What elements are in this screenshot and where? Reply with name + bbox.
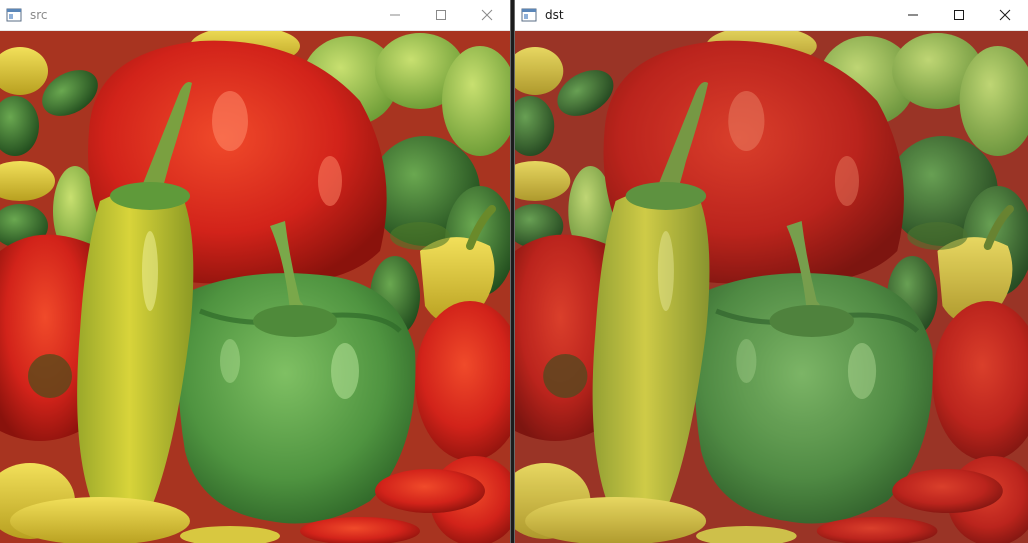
minimize-icon: [908, 10, 918, 20]
maximize-icon: [954, 10, 964, 20]
maximize-button[interactable]: [418, 0, 464, 31]
close-button[interactable]: [464, 0, 510, 31]
window-controls: [372, 0, 510, 31]
window-controls: [890, 0, 1028, 31]
titlebar-src[interactable]: src: [0, 0, 510, 31]
window-dst[interactable]: dst: [514, 0, 1028, 543]
window-title: src: [30, 8, 48, 22]
minimize-button[interactable]: [890, 0, 936, 31]
close-button[interactable]: [982, 0, 1028, 31]
minimize-button[interactable]: [372, 0, 418, 31]
desktop: src dst: [0, 0, 1028, 543]
window-title: dst: [545, 8, 564, 22]
maximize-button[interactable]: [936, 0, 982, 31]
image-canvas-src[interactable]: [0, 31, 510, 543]
titlebar-dst[interactable]: dst: [515, 0, 1028, 31]
close-icon: [481, 9, 493, 21]
minimize-icon: [390, 10, 400, 20]
maximize-icon: [436, 10, 446, 20]
peppers-image: [515, 31, 1028, 543]
image-canvas-dst[interactable]: [515, 31, 1028, 543]
peppers-image: [0, 31, 510, 543]
close-icon: [999, 9, 1011, 21]
app-window-icon: [6, 7, 22, 23]
window-src[interactable]: src: [0, 0, 511, 543]
app-window-icon: [521, 7, 537, 23]
